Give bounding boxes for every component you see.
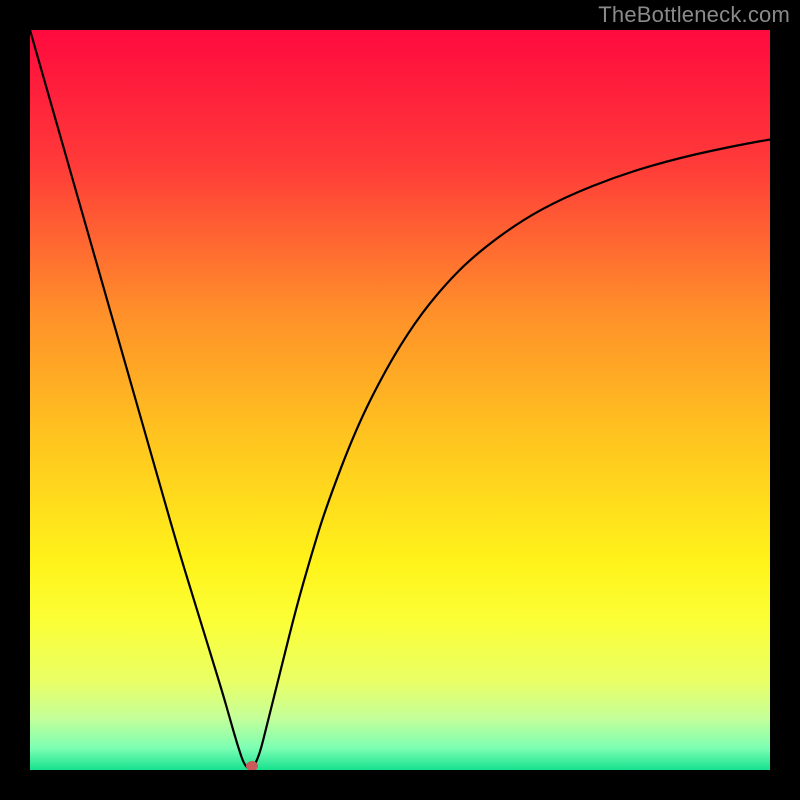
chart-frame: TheBottleneck.com — [0, 0, 800, 800]
chart-svg — [30, 30, 770, 770]
gradient-background — [30, 30, 770, 770]
watermark-label: TheBottleneck.com — [598, 2, 790, 28]
plot-area — [30, 30, 770, 770]
